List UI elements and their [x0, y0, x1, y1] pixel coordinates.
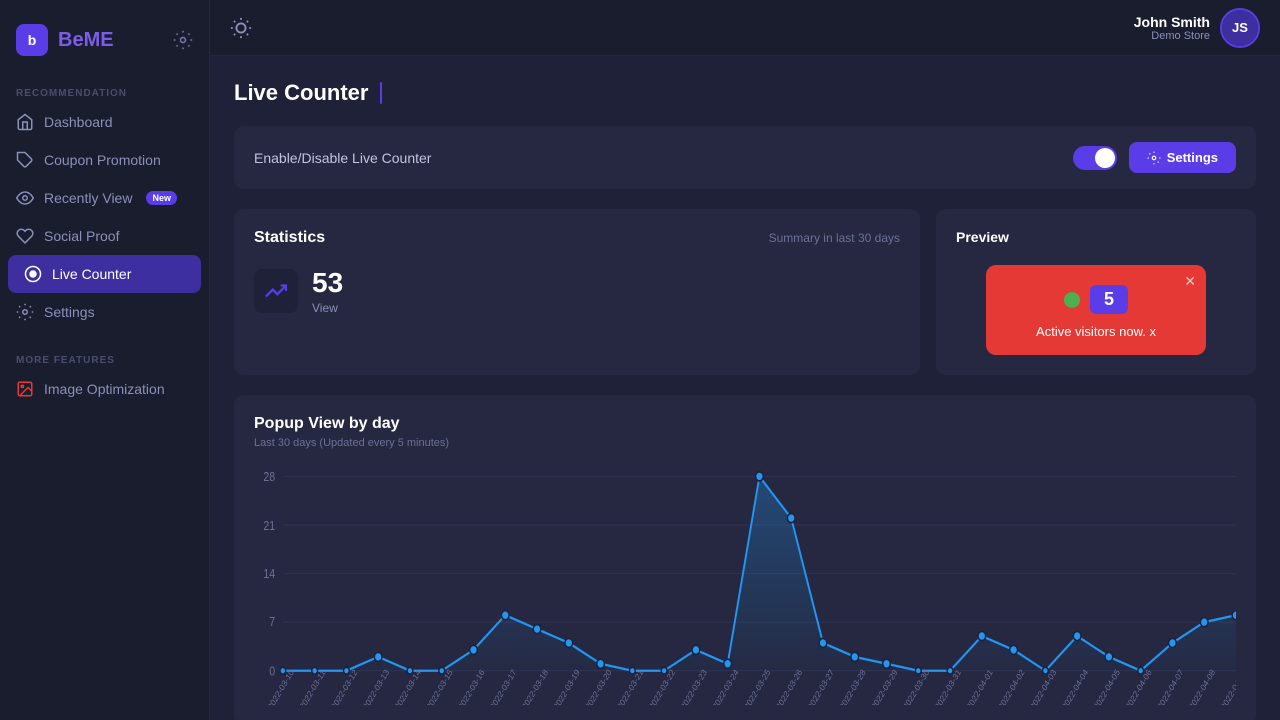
settings-btn-label: Settings	[1167, 150, 1218, 165]
sidebar-gear-icon[interactable]	[173, 30, 193, 50]
chart-svg: 28 21 14 7 0 2022-03-102022-03-112022-03…	[254, 465, 1236, 705]
svg-text:2022-03-20: 2022-03-20	[583, 667, 613, 705]
svg-text:2022-04-01: 2022-04-01	[965, 667, 995, 705]
chart-subtitle: Last 30 days (Updated every 5 minutes)	[254, 437, 1236, 449]
gear-icon	[16, 303, 34, 321]
sidebar: b BeME RECOMMENDATION Dashboard Coupon P…	[0, 0, 210, 720]
user-store: Demo Store	[1134, 30, 1210, 42]
live-counter-icon	[24, 265, 42, 283]
svg-text:2022-04-08: 2022-04-08	[1187, 667, 1217, 705]
sidebar-item-label: Social Proof	[44, 228, 119, 244]
svg-text:2022-03-29: 2022-03-29	[869, 667, 899, 705]
svg-text:28: 28	[263, 470, 275, 484]
svg-text:2022-03-26: 2022-03-26	[774, 667, 804, 705]
chart-title: Popup View by day	[254, 415, 1236, 433]
stats-summary: Summary in last 30 days	[769, 231, 900, 245]
tag-icon	[16, 151, 34, 169]
stats-label: View	[312, 301, 343, 315]
svg-text:2022-03-28: 2022-03-28	[838, 667, 868, 705]
preview-title: Preview	[956, 229, 1009, 245]
enable-bar: Enable/Disable Live Counter Settings	[234, 126, 1256, 189]
stats-content: 53 View	[254, 267, 900, 315]
sidebar-item-label: Settings	[44, 304, 95, 320]
home-icon	[16, 113, 34, 131]
title-divider	[380, 82, 382, 104]
trend-icon-wrap	[254, 269, 298, 313]
user-name: John Smith	[1134, 14, 1210, 30]
sidebar-item-image-optimization[interactable]: Image Optimization	[0, 370, 209, 408]
preview-text: Active visitors now. x	[1036, 324, 1156, 339]
recommendation-label: RECOMMENDATION	[0, 80, 209, 103]
preview-popup: ✕ 5 Active visitors now. x	[986, 265, 1206, 355]
svg-text:2022-04-09: 2022-04-09	[1219, 667, 1236, 705]
stats-header: Statistics Summary in last 30 days	[254, 229, 900, 247]
visitor-count-badge: 5	[1090, 285, 1128, 314]
topbar: John Smith Demo Store JS	[210, 0, 1280, 56]
sidebar-item-settings[interactable]: Settings	[0, 293, 209, 331]
green-dot-indicator	[1064, 292, 1080, 308]
chart-area: 28 21 14 7 0 2022-03-102022-03-112022-03…	[254, 465, 1236, 705]
sidebar-item-label: Live Counter	[52, 266, 131, 282]
statistics-card: Statistics Summary in last 30 days 53 Vi…	[234, 209, 920, 375]
svg-text:2022-03-24: 2022-03-24	[710, 667, 740, 705]
stats-count: 53	[312, 267, 343, 299]
svg-text:2022-04-07: 2022-04-07	[1155, 667, 1185, 705]
enable-label: Enable/Disable Live Counter	[254, 150, 431, 166]
svg-text:2022-03-18: 2022-03-18	[520, 667, 550, 705]
page-content: Live Counter Enable/Disable Live Counter…	[210, 56, 1280, 720]
svg-text:21: 21	[263, 519, 275, 533]
heart-icon	[16, 227, 34, 245]
svg-text:2022-03-23: 2022-03-23	[679, 667, 709, 705]
theme-toggle-icon[interactable]	[230, 17, 252, 39]
sidebar-item-label: Image Optimization	[44, 381, 165, 397]
stats-numbers: 53 View	[312, 267, 343, 315]
preview-top-row: 5	[1064, 285, 1128, 314]
svg-text:2022-04-05: 2022-04-05	[1092, 667, 1122, 705]
sidebar-item-label: Dashboard	[44, 114, 113, 130]
page-title: Live Counter	[234, 80, 368, 106]
settings-button[interactable]: Settings	[1129, 142, 1236, 173]
sidebar-item-social-proof[interactable]: Social Proof	[0, 217, 209, 255]
sidebar-item-recently-view[interactable]: Recently View New	[0, 179, 209, 217]
sidebar-item-label: Coupon Promotion	[44, 152, 161, 168]
stats-title: Statistics	[254, 229, 325, 247]
svg-text:2022-03-19: 2022-03-19	[552, 667, 582, 705]
user-text: John Smith Demo Store	[1134, 14, 1210, 42]
enable-right: Settings	[1073, 142, 1236, 173]
svg-text:14: 14	[263, 567, 275, 581]
svg-text:0: 0	[269, 664, 275, 678]
logo-area: b BeME	[0, 16, 209, 80]
preview-card: Preview ✕ 5 Active visitors now. x	[936, 209, 1256, 375]
preview-close-icon[interactable]: ✕	[1184, 273, 1196, 290]
page-title-row: Live Counter	[234, 80, 1256, 106]
user-info: John Smith Demo Store JS	[1134, 8, 1260, 48]
sidebar-item-label: Recently View	[44, 190, 132, 206]
toggle-knob	[1095, 148, 1115, 168]
svg-text:7: 7	[269, 615, 275, 629]
svg-text:2022-03-25: 2022-03-25	[742, 667, 772, 705]
eye-icon	[16, 189, 34, 207]
svg-text:2022-04-04: 2022-04-04	[1060, 667, 1090, 705]
main-content: John Smith Demo Store JS Live Counter En…	[210, 0, 1280, 720]
avatar-ring: JS	[1220, 8, 1260, 48]
svg-text:2022-03-16: 2022-03-16	[456, 667, 486, 705]
more-features-label: MORE FEATURES	[0, 347, 209, 370]
image-icon	[16, 380, 34, 398]
logo-icon: b	[16, 24, 48, 56]
stats-preview-row: Statistics Summary in last 30 days 53 Vi…	[234, 209, 1256, 375]
svg-text:2022-03-13: 2022-03-13	[361, 667, 391, 705]
new-badge: New	[146, 191, 177, 205]
sidebar-item-live-counter[interactable]: Live Counter	[8, 255, 201, 293]
enable-toggle[interactable]	[1073, 146, 1117, 170]
svg-text:2022-03-17: 2022-03-17	[488, 667, 518, 705]
avatar: JS	[1222, 10, 1258, 46]
svg-text:2022-03-27: 2022-03-27	[806, 667, 836, 705]
chart-card: Popup View by day Last 30 days (Updated …	[234, 395, 1256, 720]
svg-text:2022-04-02: 2022-04-02	[996, 667, 1026, 705]
logo-name: BeME	[58, 29, 114, 52]
sidebar-item-coupon[interactable]: Coupon Promotion	[0, 141, 209, 179]
sidebar-item-dashboard[interactable]: Dashboard	[0, 103, 209, 141]
